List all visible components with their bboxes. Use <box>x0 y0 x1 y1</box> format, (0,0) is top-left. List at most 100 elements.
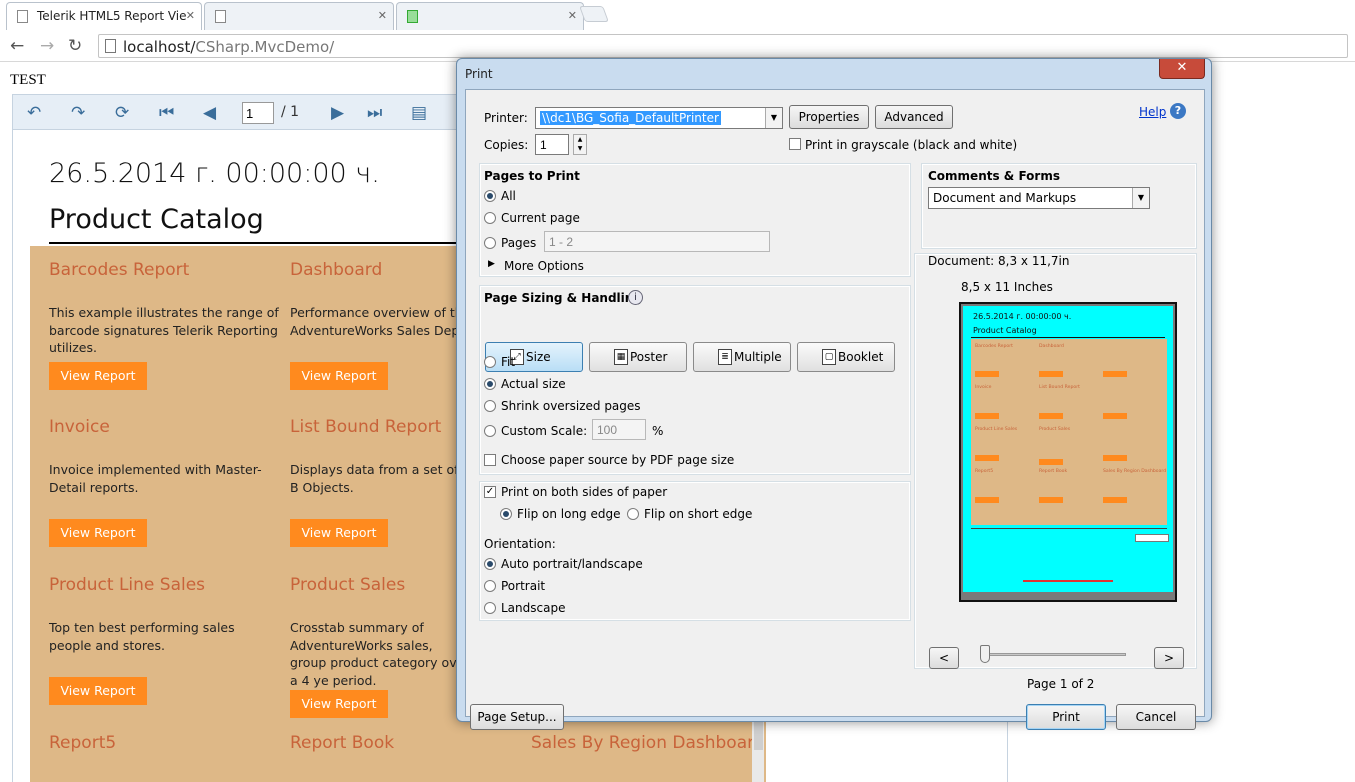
catalog-item-desc: Crosstab summary of AdventureWorks sales… <box>290 620 470 688</box>
view-report-button[interactable]: View Report <box>290 690 388 718</box>
previous-page-button[interactable]: < <box>929 647 959 669</box>
preview-title: Product Catalog <box>973 326 1037 335</box>
address-bar[interactable]: localhost/CSharp.MvcDemo/ <box>98 34 1348 58</box>
new-tab-button[interactable] <box>579 6 609 22</box>
next-page-icon[interactable]: ▶ <box>331 103 344 123</box>
cancel-button[interactable]: Cancel <box>1116 704 1196 730</box>
multiple-button[interactable]: ≣ Multiple <box>693 342 791 372</box>
view-report-button[interactable]: View Report <box>290 519 388 547</box>
print-dialog: Print ✕ Printer: \\dc1\BG_Sofia_DefaultP… <box>456 58 1212 730</box>
comments-forms-heading: Comments & Forms <box>928 169 1060 183</box>
properties-button[interactable]: Properties <box>789 105 869 129</box>
view-report-button[interactable]: View Report <box>290 362 388 390</box>
close-icon[interactable]: ✕ <box>378 9 387 22</box>
preview-button <box>975 413 999 419</box>
fit-radio[interactable] <box>484 356 496 368</box>
portrait-radio[interactable] <box>484 580 496 592</box>
advanced-button[interactable]: Advanced <box>875 105 953 129</box>
shrink-radio[interactable] <box>484 400 496 412</box>
first-page-icon[interactable]: ⏮ <box>159 103 174 123</box>
current-page-radio[interactable] <box>484 212 496 224</box>
preview-item-title: Dashboard <box>1039 344 1064 349</box>
browser-tab-2[interactable]: ✕ <box>204 2 394 30</box>
url-text: localhost/CSharp.MvcDemo/ <box>123 38 334 56</box>
copies-stepper[interactable]: ▲ ▼ <box>573 134 587 155</box>
chevron-down-icon: ▼ <box>765 108 782 128</box>
close-icon[interactable]: ✕ <box>186 9 195 22</box>
last-page-icon[interactable]: ⏭ <box>367 103 382 123</box>
document-icon[interactable]: ▤ <box>411 103 427 123</box>
catalog-item-title[interactable]: Barcodes Report <box>49 260 279 280</box>
auto-orientation-radio[interactable] <box>484 558 496 570</box>
custom-scale-label: Custom Scale: <box>501 424 588 438</box>
auto-orientation-label: Auto portrait/landscape <box>501 557 643 571</box>
refresh-icon[interactable]: ⟳ <box>115 103 129 123</box>
short-edge-radio[interactable] <box>627 508 639 520</box>
next-page-button[interactable]: > <box>1154 647 1184 669</box>
poster-button[interactable]: ▦ Poster <box>589 342 687 372</box>
more-options-link[interactable]: More Options <box>504 259 584 273</box>
view-report-button[interactable]: View Report <box>49 362 147 390</box>
help-link[interactable]: Help <box>1139 105 1166 119</box>
preview-catalog: Barcodes Report Dashboard Invoice List B… <box>971 339 1167 525</box>
expand-arrow-icon[interactable]: ▶ <box>488 259 495 269</box>
preview-footer-text <box>1023 580 1113 582</box>
info-icon[interactable]: i <box>628 290 643 305</box>
copies-label: Copies: <box>484 138 529 152</box>
catalog-item-title[interactable]: Product Line Sales <box>49 575 279 595</box>
catalog-item-desc: This example illustrates the range of ba… <box>49 305 279 355</box>
pages-label: Pages <box>501 236 537 250</box>
back-arrow-icon[interactable]: ← <box>10 36 24 56</box>
catalog-item-title[interactable]: Invoice <box>49 417 279 437</box>
chevron-down-icon: ▼ <box>1132 188 1149 208</box>
report-date: 26.5.2014 г. 00:00:00 ч. <box>49 158 380 189</box>
forward-arrow-icon[interactable]: → <box>40 36 54 56</box>
preview-rule <box>971 337 1165 338</box>
printer-select[interactable]: \\dc1\BG_Sofia_DefaultPrinter ▼ <box>535 107 783 129</box>
paper-source-checkbox[interactable] <box>484 454 496 466</box>
custom-scale-radio[interactable] <box>484 425 496 437</box>
all-radio[interactable] <box>484 190 496 202</box>
browser-tab-3[interactable]: ✕ <box>396 2 584 30</box>
page-total: / 1 <box>281 104 300 120</box>
long-edge-radio[interactable] <box>500 508 512 520</box>
booklet-button[interactable]: ▢ Booklet <box>797 342 895 372</box>
grayscale-checkbox[interactable] <box>789 138 801 150</box>
catalog-item-title[interactable]: Sales By Region Dashboard <box>531 733 765 753</box>
comments-forms-select[interactable]: Document and Markups ▼ <box>928 187 1150 209</box>
print-preview: 26.5.2014 г. 00:00:00 ч. Product Catalog… <box>959 302 1177 602</box>
catalog-item-title[interactable]: Report Book <box>290 733 520 753</box>
previous-page-icon[interactable]: ◀ <box>203 103 216 123</box>
custom-scale-input[interactable] <box>592 419 646 440</box>
catalog-item-title[interactable]: Report5 <box>49 733 279 753</box>
both-sides-checkbox[interactable]: ✓ <box>484 486 496 498</box>
page-slider-track[interactable] <box>980 653 1126 656</box>
print-button[interactable]: Print <box>1026 704 1106 730</box>
poster-icon: ▦ <box>614 349 628 365</box>
page-indicator: Page 1 of 2 <box>1027 677 1095 691</box>
page-slider-thumb[interactable] <box>980 645 990 663</box>
preview-item-title: Product Line Sales <box>975 427 1018 432</box>
preview-item-title: Report5 <box>975 469 994 474</box>
preview-button <box>1103 455 1127 461</box>
pages-range-input[interactable] <box>544 231 770 252</box>
browser-tab-active[interactable]: Telerik HTML5 Report Vie ✕ <box>6 2 202 30</box>
copies-input[interactable] <box>535 134 569 155</box>
actual-size-radio[interactable] <box>484 378 496 390</box>
close-icon[interactable]: ✕ <box>1159 59 1205 79</box>
multiple-icon: ≣ <box>718 349 732 365</box>
redo-icon[interactable]: ↷ <box>71 103 85 123</box>
page-number-input[interactable] <box>242 102 274 124</box>
size-button[interactable]: ⤢ Size <box>485 342 583 372</box>
close-icon[interactable]: ✕ <box>568 9 577 22</box>
pages-radio[interactable] <box>484 237 496 249</box>
catalog-item-desc: Invoice implemented with Master-Detail r… <box>49 462 262 495</box>
reload-icon[interactable]: ↻ <box>68 36 82 56</box>
undo-icon[interactable]: ↶ <box>27 103 41 123</box>
view-report-button[interactable]: View Report <box>49 677 147 705</box>
landscape-radio[interactable] <box>484 602 496 614</box>
preview-item-title: Product Sales <box>1039 427 1071 432</box>
page-setup-button[interactable]: Page Setup... <box>470 704 564 730</box>
help-icon[interactable]: ? <box>1170 103 1186 119</box>
view-report-button[interactable]: View Report <box>49 519 147 547</box>
